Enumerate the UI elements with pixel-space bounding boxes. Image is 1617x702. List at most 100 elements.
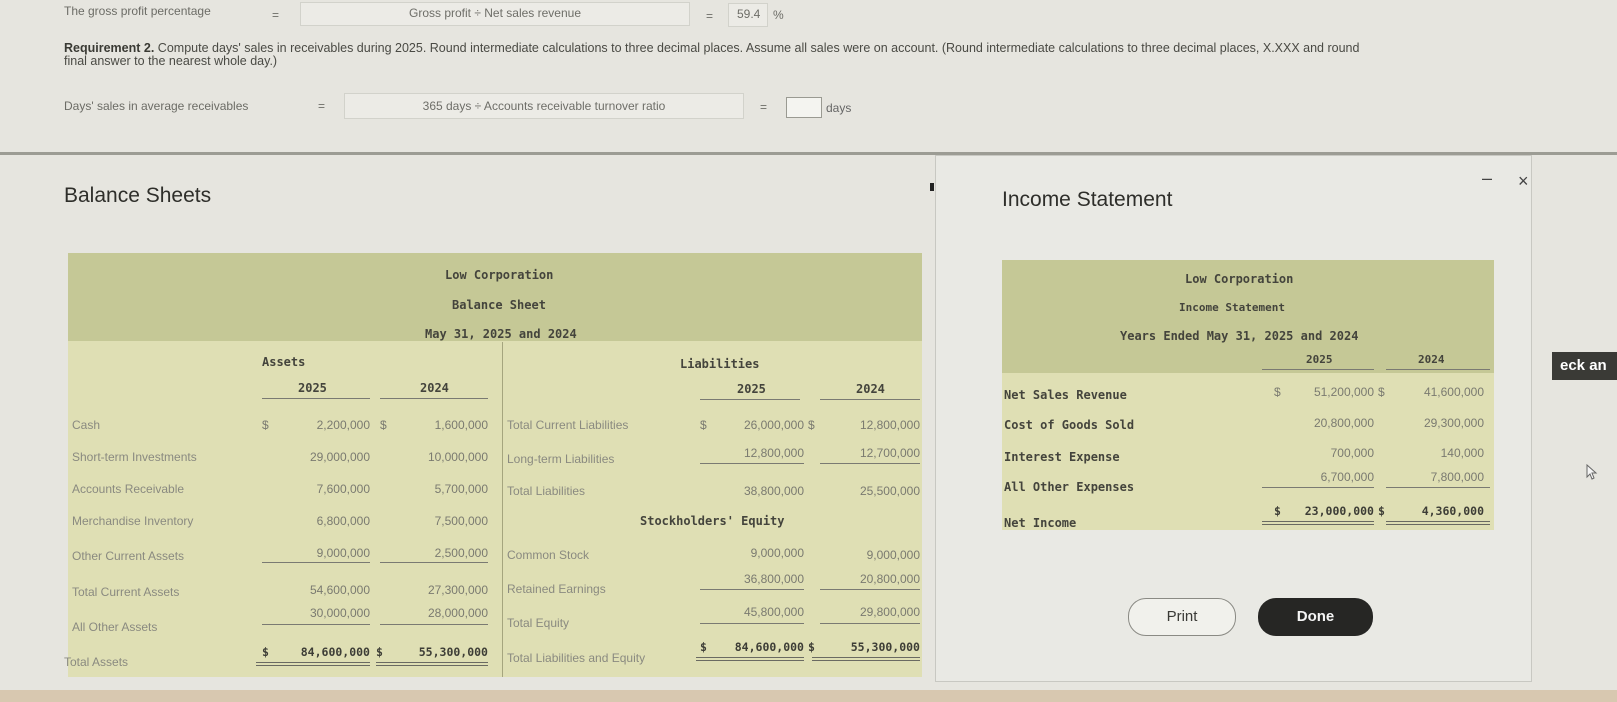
income-row-label: Net Sales Revenue (1004, 388, 1127, 402)
company-name: Low Corporation (445, 268, 554, 282)
currency-symbol: $ (1274, 385, 1281, 399)
year-2025: 2025 (737, 382, 766, 396)
total-assets-2025: 84,600,000 (300, 645, 370, 659)
currency-symbol: $ (1378, 504, 1385, 518)
currency-symbol: $ (808, 418, 815, 432)
asset-2025: 2,200,000 (316, 418, 370, 432)
underline (1386, 369, 1490, 370)
income-2024: 7,800,000 (1430, 470, 1484, 484)
equity-label: Retained Earnings (507, 582, 606, 596)
bottom-strip (0, 690, 1617, 702)
income-2024: 41,600,000 (1423, 385, 1484, 399)
liability-label: Total Current Liabilities (507, 418, 629, 432)
currency-symbol: $ (1274, 504, 1281, 518)
asset-label: Total Current Assets (72, 585, 180, 599)
equity-label: Total Liabilities and Equity (507, 651, 646, 665)
modal-edge (930, 183, 934, 191)
equals-sign: = (706, 9, 714, 23)
equity-2025: 45,800,000 (743, 605, 804, 619)
currency-symbol: $ (700, 418, 707, 432)
year-2025: 2025 (298, 381, 327, 395)
underline (1262, 369, 1374, 370)
asset-label: Accounts Receivable (72, 482, 185, 496)
done-button[interactable]: Done (1258, 598, 1373, 636)
gross-profit-value: 59.4 (737, 7, 761, 21)
liability-2024: 12,800,000 (859, 418, 920, 432)
asset-label: Short-term Investments (72, 450, 197, 464)
liability-2025: 26,000,000 (743, 418, 804, 432)
income-row-label: Interest Expense (1004, 450, 1120, 464)
days-sales-answer-input[interactable] (786, 97, 822, 118)
equity-2024: 29,800,000 (859, 605, 920, 619)
asset-2024: 27,300,000 (427, 583, 488, 597)
asset-2025: 30,000,000 (309, 606, 370, 620)
liability-2025: 38,800,000 (743, 484, 804, 498)
income-2024: 29,300,000 (1423, 416, 1484, 430)
underline (380, 624, 488, 625)
equity-label: Total Equity (507, 616, 570, 630)
liability-label: Long-term Liabilities (507, 452, 615, 466)
minimize-icon[interactable]: – (1482, 168, 1492, 188)
asset-2025: 7,600,000 (316, 482, 370, 496)
statement-date: Years Ended May 31, 2025 and 2024 (1120, 329, 1359, 343)
income-2025: 700,000 (1330, 446, 1374, 460)
currency-symbol: $ (376, 645, 383, 659)
asset-label: Other Current Assets (72, 549, 185, 563)
underline (820, 623, 920, 624)
equity-2025: 36,800,000 (743, 572, 804, 586)
currency-symbol: $ (262, 645, 269, 659)
double-underline (812, 657, 920, 661)
asset-2024: 28,000,000 (427, 606, 488, 620)
asset-2024: 2,500,000 (434, 546, 488, 560)
gross-profit-label: The gross profit percentage (64, 4, 211, 18)
days-unit: days (826, 101, 852, 115)
print-button[interactable]: Print (1128, 598, 1236, 636)
year-2025: 2025 (1306, 353, 1333, 366)
assets-header: Assets (262, 355, 306, 369)
asset-2024: 5,700,000 (434, 482, 488, 496)
double-underline (1262, 521, 1374, 525)
underline (1262, 487, 1374, 488)
requirement-text-cont: final answer to the nearest whole day.) (64, 54, 278, 68)
gross-profit-answer[interactable]: 59.4 (728, 3, 768, 27)
underline (262, 562, 370, 563)
check-answer-tab[interactable]: eck an (1552, 352, 1617, 380)
percent-unit: % (773, 8, 784, 22)
currency-symbol: $ (808, 640, 815, 654)
requirement-label: Requirement 2. (64, 41, 155, 55)
equity-2024: 20,800,000 (859, 572, 920, 586)
requirement-2: Requirement 2. Compute days' sales in re… (64, 42, 1617, 68)
equity-label: Common Stock (507, 548, 590, 562)
asset-2025: 9,000,000 (316, 546, 370, 560)
equals-sign: = (318, 99, 326, 113)
double-underline (696, 657, 804, 661)
asset-label: All Other Assets (72, 620, 158, 634)
underline (700, 589, 804, 590)
statement-name: Income Statement (1179, 301, 1285, 314)
asset-label: Total Assets (64, 655, 129, 669)
statement-name: Balance Sheet (452, 298, 546, 312)
gross-profit-formula: Gross profit ÷ Net sales revenue (300, 2, 690, 26)
underline (380, 562, 488, 563)
underline (820, 589, 920, 590)
income-statement-title: Income Statement (1002, 188, 1173, 211)
income-row-label: Net Income (1004, 516, 1077, 530)
underline (700, 399, 800, 400)
equity-2025: 9,000,000 (750, 546, 804, 560)
liability-2024: 25,500,000 (859, 484, 920, 498)
liability-2025: 12,800,000 (743, 446, 804, 460)
total-liab-equity-2025: 84,600,000 (734, 640, 804, 654)
statement-date: May 31, 2025 and 2024 (425, 327, 577, 341)
company-name: Low Corporation (1185, 272, 1294, 286)
column-divider (502, 342, 503, 677)
total-liab-equity-2024: 55,300,000 (850, 640, 920, 654)
underline (380, 398, 488, 399)
underline (820, 399, 920, 400)
close-icon[interactable]: × (1518, 171, 1529, 192)
currency-symbol: $ (262, 418, 269, 432)
days-sales-formula: 365 days ÷ Accounts receivable turnover … (344, 93, 744, 119)
total-assets-2024: 55,300,000 (418, 645, 488, 659)
pointer-cursor-icon (1586, 463, 1598, 483)
underline (700, 623, 804, 624)
liability-2024: 12,700,000 (859, 446, 920, 460)
